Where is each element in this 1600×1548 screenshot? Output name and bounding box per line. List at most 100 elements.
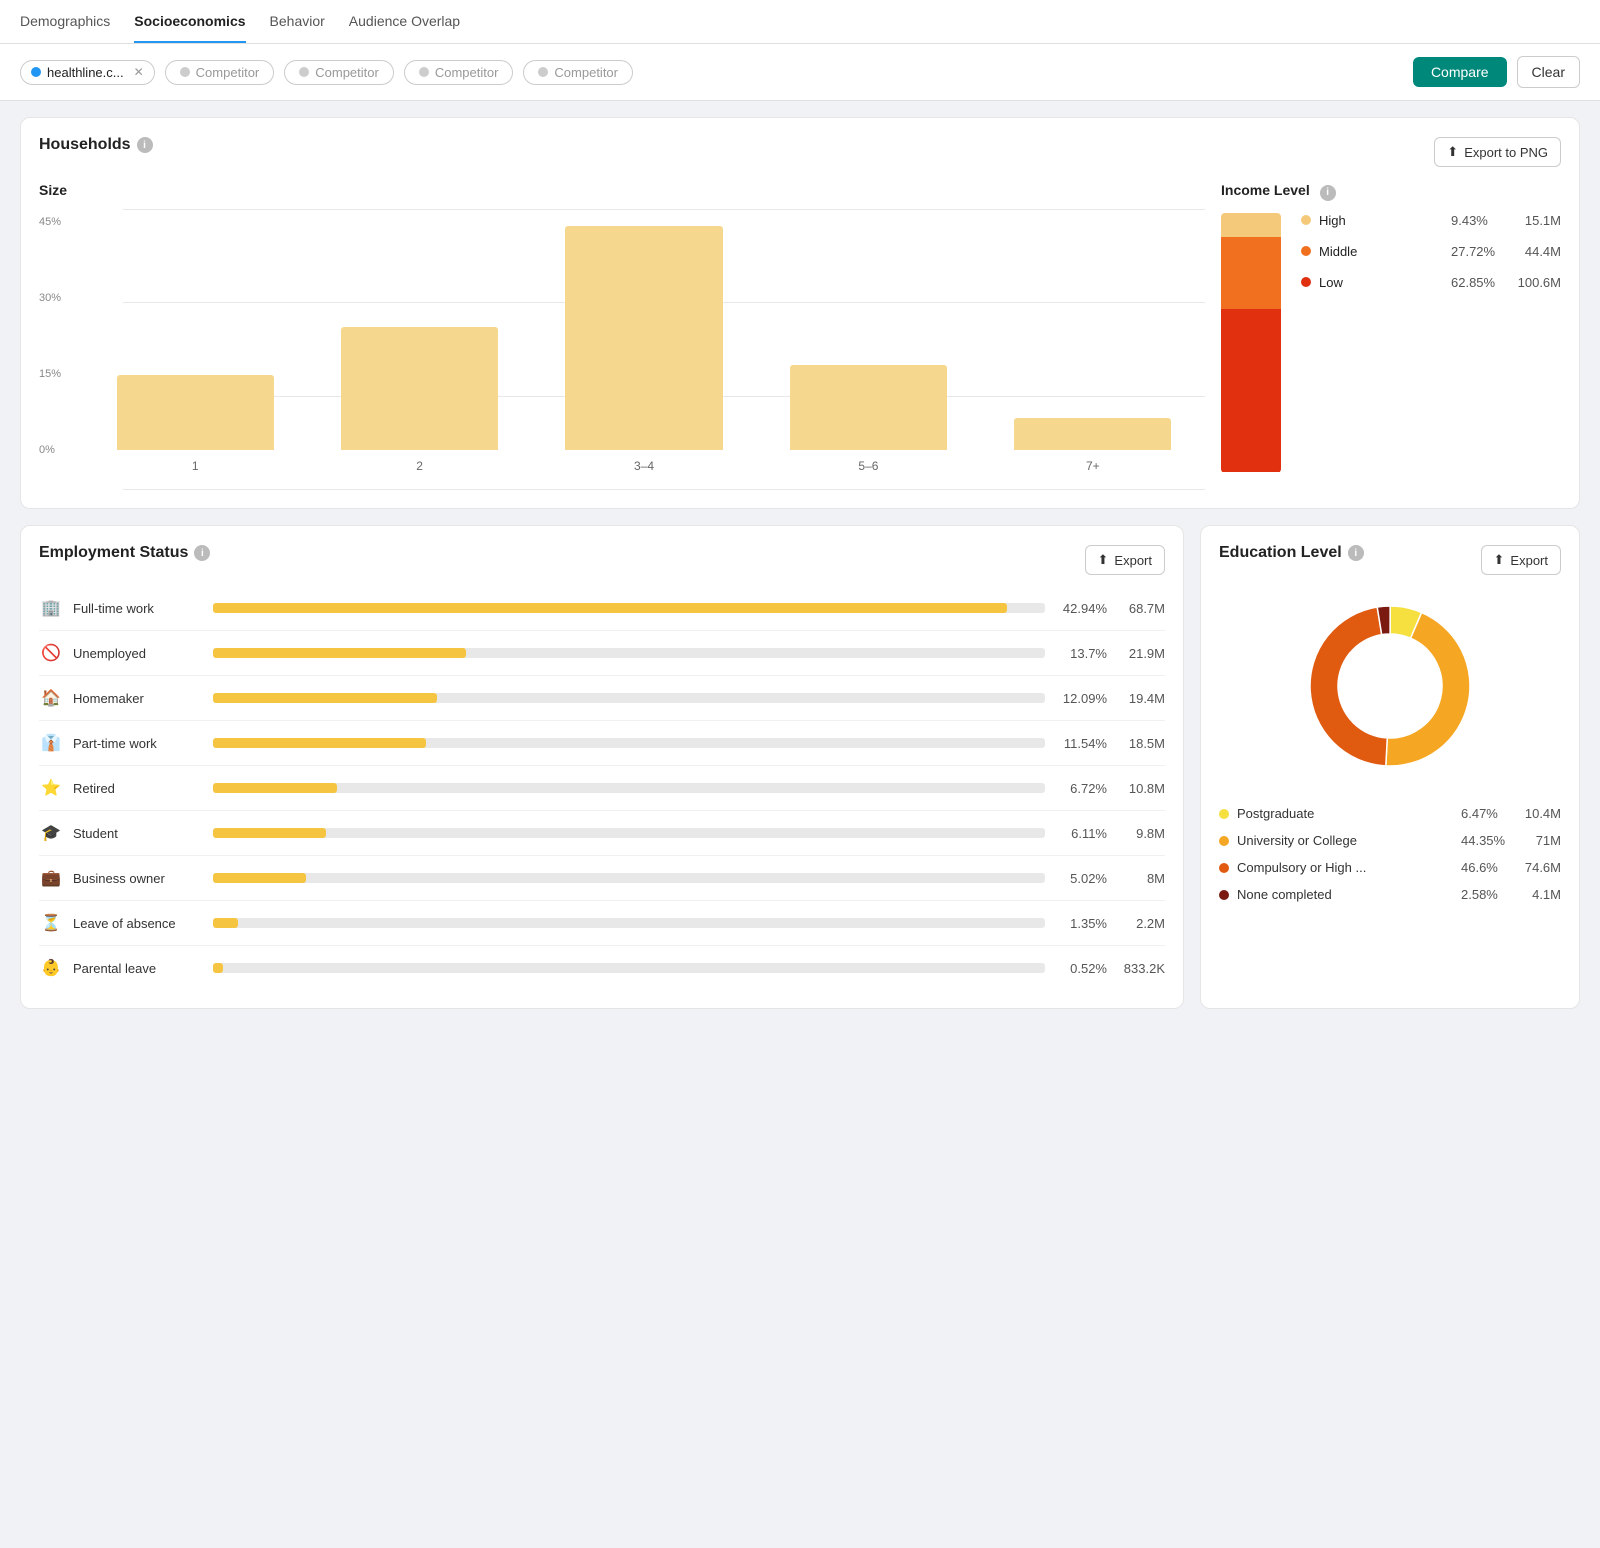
emp-icon: 👶 [39,956,63,980]
donut-chart [1290,586,1490,786]
edu-legend-pct: 44.35% [1461,833,1511,848]
emp-label: Parental leave [73,961,203,976]
edu-legend-pct: 2.58% [1461,887,1511,902]
edu-legend-val: 4.1M [1519,887,1561,902]
education-header: Education Level i ⬆ Export [1219,544,1561,576]
employment-row: 🏢 Full-time work 42.94% 68.7M [39,586,1165,631]
emp-val: 19.4M [1117,691,1165,706]
main-content: Households i ⬆ Export to PNG Size 45% 30… [0,101,1600,1025]
emp-bar-container [213,918,1045,928]
employment-row: ⭐ Retired 6.72% 10.8M [39,766,1165,811]
employment-info-icon[interactable]: i [194,545,210,561]
households-info-icon[interactable]: i [137,137,153,153]
edu-legend-item: Compulsory or High ... 46.6% 74.6M [1219,860,1561,875]
edu-legend-val: 10.4M [1519,806,1561,821]
nav-audience-overlap[interactable]: Audience Overlap [349,1,460,43]
employment-rows: 🏢 Full-time work 42.94% 68.7M 🚫 Unemploy… [39,586,1165,990]
education-info-icon[interactable]: i [1348,545,1364,561]
income-legend-label: High [1319,213,1443,228]
export-icon-edu: ⬆ [1494,552,1505,568]
export-png-button[interactable]: ⬆ Export to PNG [1434,137,1561,167]
bar-xlabel-1: 1 [83,454,307,473]
edu-legend-label: None completed [1237,887,1453,902]
emp-icon: ⏳ [39,911,63,935]
comp-label-3: Competitor [435,65,499,80]
education-legend: Postgraduate 6.47% 10.4M University or C… [1219,806,1561,902]
edu-legend-val: 71M [1519,833,1561,848]
nav-demographics[interactable]: Demographics [20,1,110,43]
emp-bar [213,918,238,928]
emp-bar [213,828,326,838]
y-axis: 45% 30% 15% 0% [39,210,61,450]
income-legend-pct: 62.85% [1451,275,1503,290]
emp-icon: 🚫 [39,641,63,665]
bar-group [981,418,1205,450]
income-info-icon[interactable]: i [1320,185,1336,201]
emp-bar [213,738,426,748]
employment-export-button[interactable]: ⬆ Export [1085,545,1165,575]
emp-val: 9.8M [1117,826,1165,841]
edu-legend-item: University or College 44.35% 71M [1219,833,1561,848]
competitor-tag-4[interactable]: Competitor [523,60,633,85]
site-name: healthline.c... [47,65,124,80]
comp-dot-2 [299,67,309,77]
emp-val: 833.2K [1117,961,1165,976]
bar-xlabel-5–6: 5–6 [756,454,980,473]
edu-legend-item: None completed 2.58% 4.1M [1219,887,1561,902]
emp-pct: 13.7% [1055,646,1107,661]
toolbar: healthline.c... ✕ Competitor Competitor … [0,44,1600,101]
edu-legend-label: Compulsory or High ... [1237,860,1453,875]
employment-card: Employment Status i ⬆ Export 🏢 Full-time… [20,525,1184,1009]
emp-pct: 11.54% [1055,736,1107,751]
employment-row: 🏠 Homemaker 12.09% 19.4M [39,676,1165,721]
export-icon-emp: ⬆ [1098,552,1109,568]
site-tag[interactable]: healthline.c... ✕ [20,60,155,85]
clear-button[interactable]: Clear [1517,56,1580,88]
emp-bar [213,783,337,793]
competitor-tag-2[interactable]: Competitor [284,60,394,85]
education-card: Education Level i ⬆ Export Postgraduate … [1200,525,1580,1009]
emp-bar-container [213,693,1045,703]
employment-row: 👶 Parental leave 0.52% 833.2K [39,946,1165,990]
emp-val: 68.7M [1117,601,1165,616]
site-close-icon[interactable]: ✕ [134,65,144,79]
comp-dot-1 [180,67,190,77]
emp-val: 8M [1117,871,1165,886]
edu-legend-item: Postgraduate 6.47% 10.4M [1219,806,1561,821]
emp-bar-container [213,828,1045,838]
comp-label-1: Competitor [196,65,260,80]
employment-row: 👔 Part-time work 11.54% 18.5M [39,721,1165,766]
competitor-tag-3[interactable]: Competitor [404,60,514,85]
emp-label: Business owner [73,871,203,886]
employment-row: 🎓 Student 6.11% 9.8M [39,811,1165,856]
size-chart: Size 45% 30% 15% 0% 123–45–67+ [39,182,1205,490]
size-chart-title: Size [39,182,1205,198]
top-navigation: Demographics Socioeconomics Behavior Aud… [0,0,1600,44]
emp-pct: 6.72% [1055,781,1107,796]
bar-x-labels: 123–45–67+ [39,454,1205,473]
emp-bar [213,963,223,973]
competitor-tag-1[interactable]: Competitor [165,60,275,85]
emp-label: Full-time work [73,601,203,616]
donut-segment-university-or-college [1386,613,1470,766]
edu-legend-val: 74.6M [1519,860,1561,875]
income-legend-val: 44.4M [1511,244,1561,259]
edu-legend-label: University or College [1237,833,1453,848]
income-legend-pct: 27.72% [1451,244,1503,259]
emp-bar [213,873,306,883]
compare-button[interactable]: Compare [1413,57,1507,87]
income-stacked-bar [1221,213,1281,473]
bar-xlabel-7+: 7+ [981,454,1205,473]
emp-icon: 🎓 [39,821,63,845]
education-export-button[interactable]: ⬆ Export [1481,545,1561,575]
emp-val: 21.9M [1117,646,1165,661]
nav-behavior[interactable]: Behavior [270,1,325,43]
nav-socioeconomics[interactable]: Socioeconomics [134,1,245,43]
emp-bar-container [213,648,1045,658]
donut-segment-compulsory-or-high-... [1310,607,1387,766]
bar-3–4 [565,226,722,450]
edu-legend-dot [1219,836,1229,846]
bottom-row: Employment Status i ⬆ Export 🏢 Full-time… [20,525,1580,1009]
households-title: Households i [39,136,153,154]
income-legend-dot [1301,277,1311,287]
